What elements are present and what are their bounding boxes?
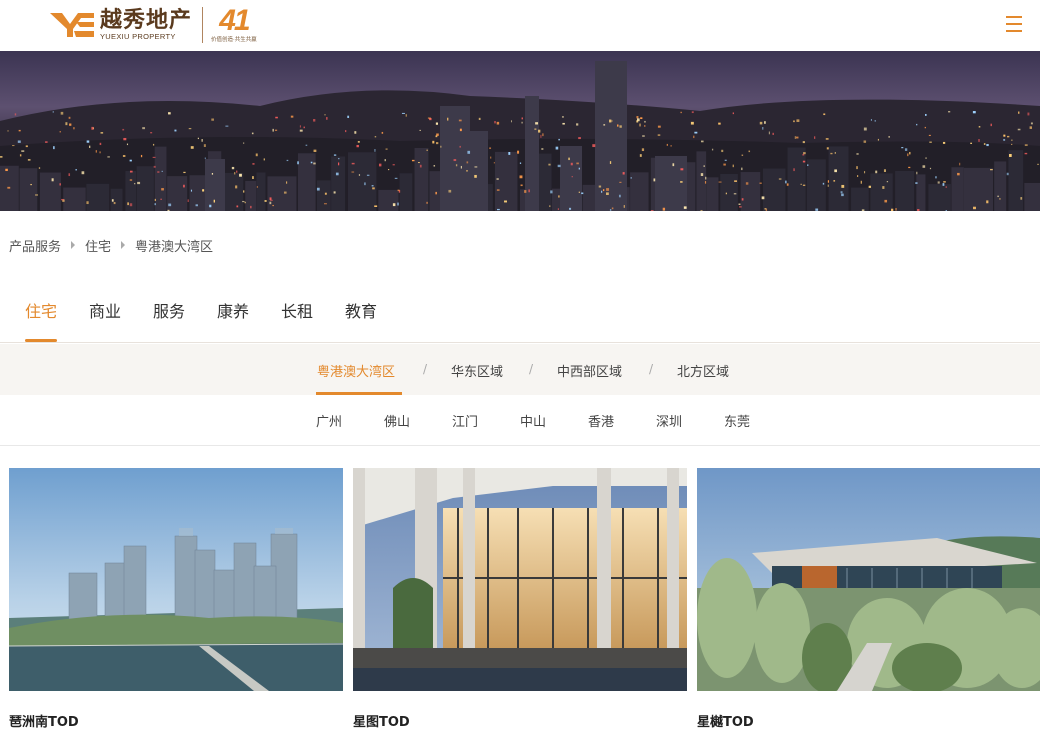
project-image-xingyue[interactable] (697, 468, 1040, 691)
region-separator: / (649, 362, 654, 376)
city-guangzhou[interactable]: 广州 (316, 411, 342, 430)
anniversary-number: 41 (219, 4, 250, 37)
city-dongguan[interactable]: 东莞 (724, 411, 750, 430)
tab-residential[interactable]: 住宅 (25, 298, 57, 322)
anniversary-badge: 41 价值创造·共生共赢 (211, 6, 257, 44)
city-jiangmen[interactable]: 江门 (452, 411, 478, 430)
tab-commercial[interactable]: 商业 (89, 298, 121, 322)
breadcrumb-arrow-icon (121, 241, 126, 249)
tab-healthcare[interactable]: 康养 (217, 298, 249, 322)
tab-education[interactable]: 教育 (345, 298, 377, 322)
city-zhongshan[interactable]: 中山 (520, 411, 546, 430)
project-image-pazhou[interactable] (9, 468, 343, 691)
project-card[interactable]: 琶洲南TOD (9, 468, 343, 730)
logo-divider (202, 7, 204, 43)
breadcrumb-products[interactable]: 产品服务 (9, 236, 61, 255)
region-central-west[interactable]: 中西部区域 (557, 361, 622, 380)
site-header: 越秀地产 YUEXIU PROPERTY 41 价值创造·共生共赢 (0, 0, 1040, 51)
breadcrumb-residential[interactable]: 住宅 (85, 236, 111, 255)
logo-chinese-text: 越秀地产 (100, 7, 193, 33)
region-separator: / (423, 362, 428, 376)
region-east-china[interactable]: 华东区域 (451, 361, 503, 380)
project-title[interactable]: 星图TOD (353, 711, 410, 730)
menu-icon[interactable] (1006, 16, 1022, 32)
yuexiu-logo[interactable]: 越秀地产 YUEXIU PROPERTY 41 价值创造·共生共赢 (48, 5, 257, 45)
project-title[interactable]: 琶洲南TOD (9, 711, 79, 730)
anniversary-slogan: 价值创造·共生共赢 (211, 37, 257, 43)
ye-logo-mark (48, 7, 96, 43)
breadcrumb: 产品服务 住宅 粤港澳大湾区 (9, 236, 214, 255)
breadcrumb-current: 粤港澳大湾区 (135, 239, 214, 255)
breadcrumb-arrow-icon (71, 241, 76, 249)
region-north[interactable]: 北方区域 (677, 361, 729, 380)
project-card[interactable]: 星樾TOD (697, 468, 1040, 730)
active-region-indicator (316, 392, 402, 395)
city-shenzhen[interactable]: 深圳 (656, 411, 682, 430)
region-filter-bar: 粤港澳大湾区 / 华东区域 / 中西部区域 / 北方区域 (0, 344, 1040, 395)
city-filter-row: 广州 佛山 江门 中山 香港 深圳 东莞 (0, 396, 1040, 446)
project-card[interactable]: 星图TOD (353, 468, 687, 730)
region-separator: / (529, 362, 534, 376)
category-tabs: 住宅 商业 服务 康养 长租 教育 (0, 290, 1040, 343)
tab-services[interactable]: 服务 (153, 298, 185, 322)
active-tab-indicator (25, 339, 57, 342)
city-hongkong[interactable]: 香港 (588, 411, 614, 430)
region-greater-bay-area[interactable]: 粤港澳大湾区 (317, 361, 395, 380)
city-night-banner (0, 51, 1040, 211)
project-image-xingtu[interactable] (353, 468, 687, 691)
tab-long-rent[interactable]: 长租 (281, 298, 313, 322)
logo-english-text: YUEXIU PROPERTY (100, 32, 176, 41)
project-title[interactable]: 星樾TOD (697, 711, 754, 730)
city-foshan[interactable]: 佛山 (384, 411, 410, 430)
